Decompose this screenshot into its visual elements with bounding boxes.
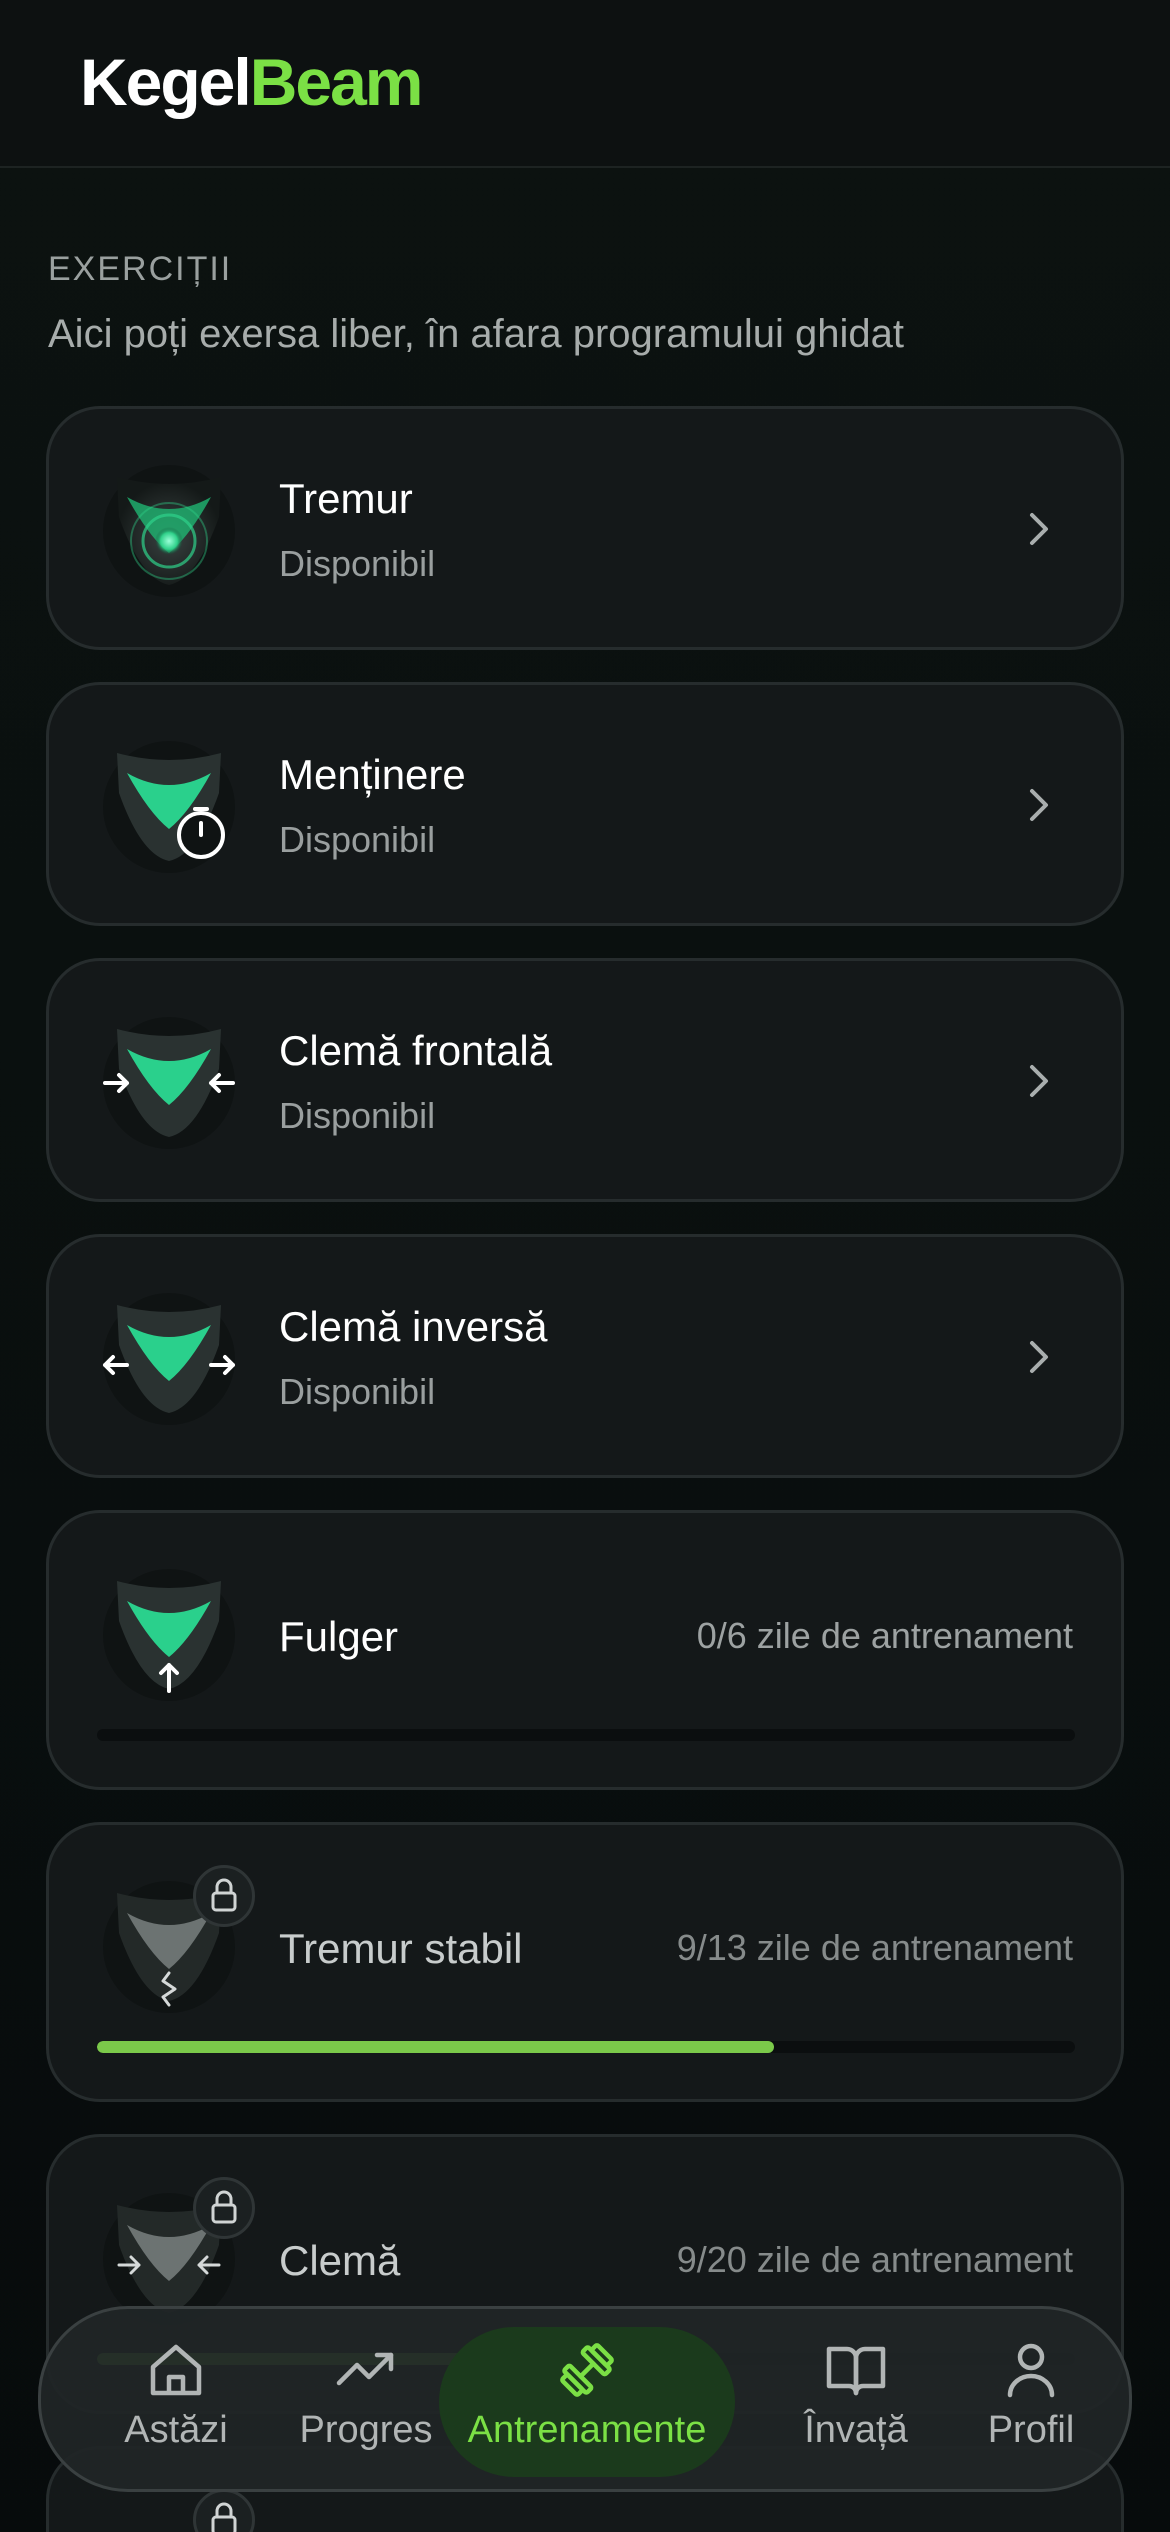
chevron-right-icon — [1019, 785, 1059, 825]
bottom-nav: Astăzi Progres Antrenamente Învață Profi… — [38, 2306, 1132, 2492]
trend-up-icon — [336, 2352, 394, 2386]
nav-item-progres[interactable]: Progres — [271, 2327, 461, 2477]
nav-label: Progres — [299, 2409, 433, 2451]
progress-bar — [97, 2041, 1075, 2053]
program-progress-text: 0/6 zile de antrenament — [696, 1615, 1073, 1656]
program-card-tremur-stabil[interactable]: Tremur stabil 9/13 zile de antrenament — [46, 1822, 1124, 2102]
program-title: Fulger — [279, 1613, 399, 1660]
nav-label: Profil — [987, 2409, 1075, 2451]
chevron-right-icon — [1019, 509, 1059, 549]
nav-label: Antrenamente — [467, 2409, 707, 2451]
nav-label: Învață — [804, 2409, 908, 2451]
app-header: KegelBeam — [0, 0, 1170, 168]
section-title: EXERCIȚII — [48, 250, 233, 288]
exercise-status: Disponibil — [279, 1371, 436, 1412]
lock-icon — [193, 1865, 255, 1927]
chevron-right-icon — [1019, 1337, 1059, 1377]
program-title: Tremur stabil — [279, 1925, 523, 1972]
exercise-card-clema-inversa[interactable]: Clemă inversă Disponibil — [46, 1234, 1124, 1478]
progress-bar — [97, 1729, 1075, 1741]
exercise-title: Clemă inversă — [279, 1303, 548, 1350]
exercise-title: Menținere — [279, 751, 466, 798]
program-card-fulger[interactable]: Fulger 0/6 zile de antrenament — [46, 1510, 1124, 1790]
lock-icon — [193, 2489, 255, 2532]
lock-icon — [193, 2177, 255, 2239]
logo-text-beam: Beam — [249, 45, 424, 119]
progress-fill — [97, 2041, 775, 2053]
chevron-right-icon — [1019, 1061, 1059, 1101]
nav-item-antrenamente[interactable]: Antrenamente — [439, 2327, 735, 2477]
exercise-status: Disponibil — [279, 1095, 436, 1136]
exercise-status: Disponibil — [279, 819, 436, 860]
user-icon — [1007, 2343, 1055, 2398]
section-subtitle: Aici poți exersa liber, în afara program… — [48, 312, 905, 356]
program-progress-text: 9/20 zile de antrenament — [676, 2239, 1073, 2280]
program-progress-text: 9/13 zile de antrenament — [676, 1927, 1073, 1968]
exercise-card-clema-frontala[interactable]: Clemă frontală Disponibil — [46, 958, 1124, 1202]
pelvis-lightning-icon — [97, 1561, 241, 1705]
exercise-status: Disponibil — [279, 543, 436, 584]
nav-item-invata[interactable]: Învață — [771, 2327, 941, 2477]
nav-label: Astăzi — [124, 2409, 228, 2451]
logo-text-kegel: Kegel — [80, 45, 252, 119]
exercise-card-tremur[interactable]: Tremur Disponibil — [46, 406, 1124, 650]
program-title: Clemă — [279, 2237, 401, 2284]
exercise-title: Clemă frontală — [279, 1027, 553, 1074]
exercise-card-mentinere[interactable]: Menținere Disponibil — [46, 682, 1124, 926]
app-logo: KegelBeam — [80, 44, 424, 120]
pelvis-front-clamp-icon — [97, 1009, 241, 1153]
pelvis-reverse-clamp-icon — [97, 1285, 241, 1429]
dumbbell-icon — [560, 2343, 614, 2397]
nav-item-profil[interactable]: Profil — [951, 2327, 1111, 2477]
pelvis-tremor-icon — [97, 457, 241, 601]
book-icon — [826, 2346, 886, 2396]
exercise-title: Tremur — [279, 475, 413, 522]
home-icon — [150, 2344, 202, 2396]
pelvis-hold-timer-icon — [97, 733, 241, 877]
nav-item-astazi[interactable]: Astăzi — [81, 2327, 271, 2477]
